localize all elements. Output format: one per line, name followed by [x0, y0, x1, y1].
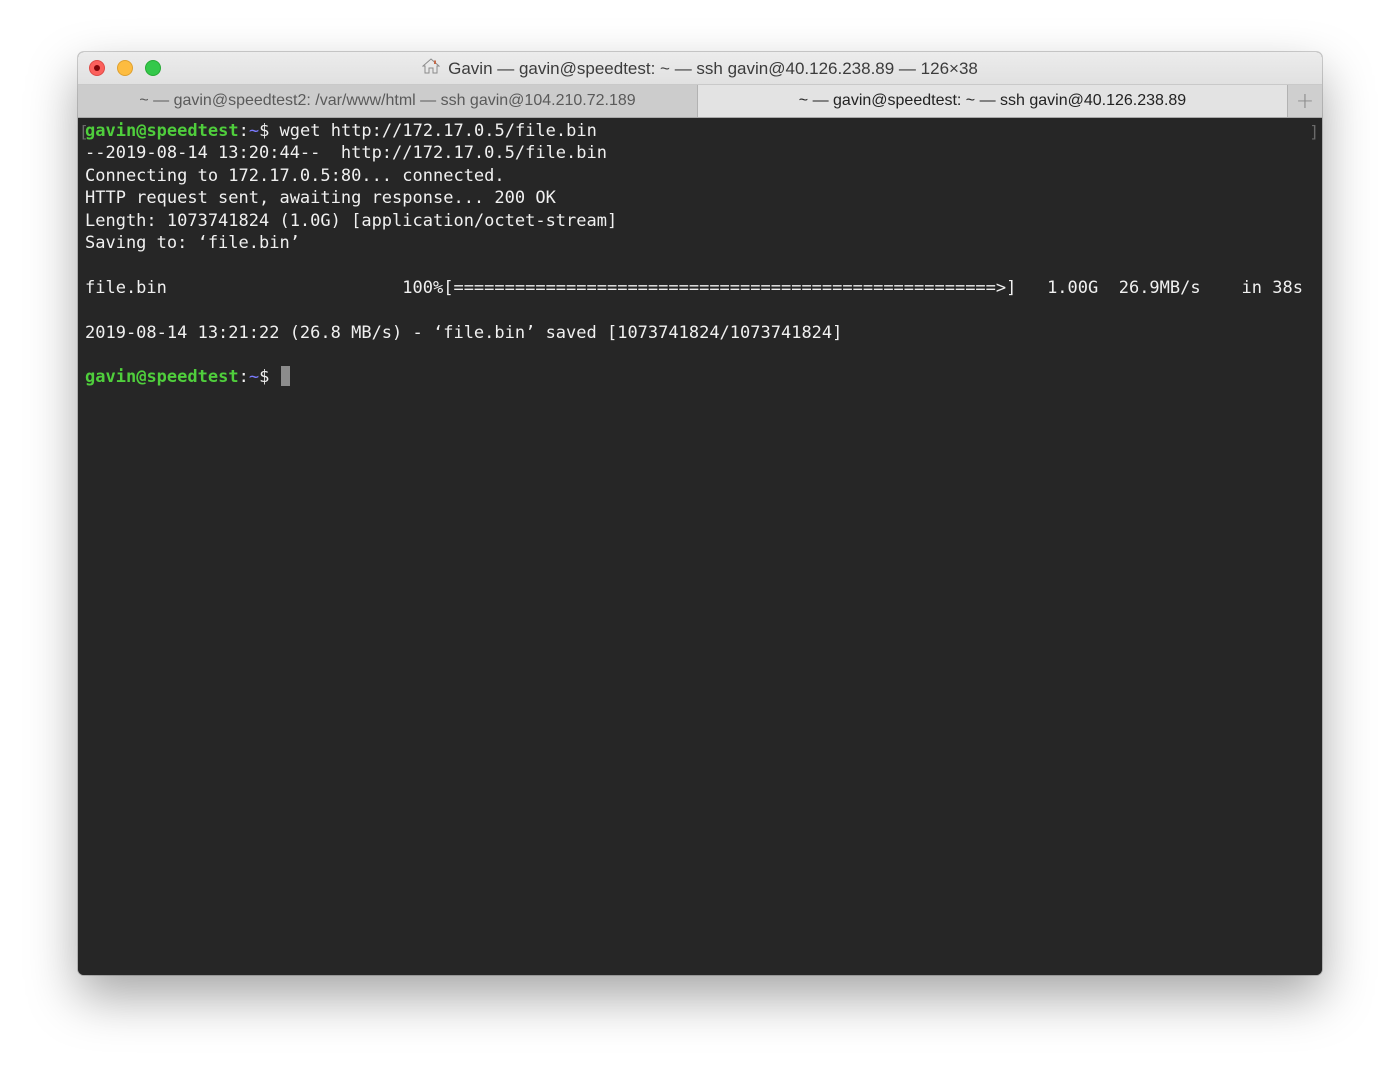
output-line: Length: 1073741824 (1.0G) [application/o… [85, 210, 618, 231]
prompt-separator: : [238, 121, 249, 141]
tab-label: ~ — gavin@speedtest: ~ — ssh gavin@40.12… [798, 92, 1187, 109]
prompt-symbol: $ [259, 121, 270, 141]
tab-bar: ~ — gavin@speedtest2: /var/www/html — ss… [78, 85, 1322, 118]
prompt-host: speedtest [146, 121, 239, 141]
terminal-output[interactable]: [ ] gavin@speedtest:~$ wget http://172.1… [78, 118, 1322, 975]
prompt-line: gavin@speedtest:~$ [85, 366, 1322, 388]
output-line: HTTP request sent, awaiting response... … [85, 188, 556, 209]
prompt-at: @ [136, 121, 147, 141]
prompt-symbol: $ [259, 367, 270, 388]
tab-speedtest2[interactable]: ~ — gavin@speedtest2: /var/www/html — ss… [78, 85, 698, 117]
output-line: --2019-08-14 13:20:44-- http://172.17.0.… [85, 143, 607, 164]
command-line: gavin@speedtest:~$ wget http://172.17.0.… [85, 120, 1322, 142]
mark-bracket-right: ] [1309, 122, 1319, 141]
home-icon [421, 58, 441, 79]
prompt-user: gavin [85, 121, 137, 141]
prompt-path: ~ [248, 367, 260, 388]
output-line: Saving to: ‘file.bin’ [85, 232, 300, 253]
prompt-user: gavin [85, 367, 137, 388]
tab-speedtest[interactable]: ~ — gavin@speedtest: ~ — ssh gavin@40.12… [698, 85, 1288, 117]
command-text: wget http://172.17.0.5/file.bin [269, 121, 597, 141]
tab-label: ~ — gavin@speedtest2: /var/www/html — ss… [139, 92, 636, 109]
title-bar[interactable]: Gavin — gavin@speedtest: ~ — ssh gavin@4… [78, 52, 1322, 85]
prompt-at: @ [136, 367, 147, 388]
output-line: 2019-08-14 13:21:22 (26.8 MB/s) - ‘file.… [85, 322, 843, 343]
terminal-window: Gavin — gavin@speedtest: ~ — ssh gavin@4… [78, 52, 1322, 975]
prompt-separator: : [238, 367, 249, 388]
window-title-text: Gavin — gavin@speedtest: ~ — ssh gavin@4… [448, 58, 978, 78]
prompt-host: speedtest [146, 367, 239, 388]
window-title: Gavin — gavin@speedtest: ~ — ssh gavin@4… [78, 52, 1322, 85]
mark-bracket-left: [ [79, 122, 89, 141]
progress-line: file.bin 100%[==========================… [85, 277, 1303, 298]
prompt-path: ~ [248, 121, 260, 141]
plus-icon[interactable]: + [1288, 85, 1322, 117]
text-cursor [280, 366, 290, 387]
output-line: Connecting to 172.17.0.5:80... connected… [85, 165, 505, 186]
